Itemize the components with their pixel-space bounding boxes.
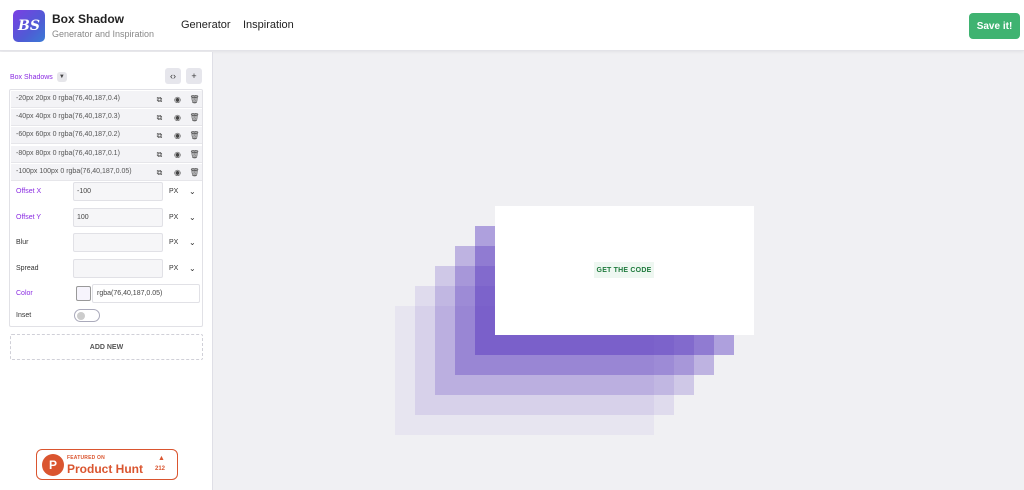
section-title: Box Shadows	[10, 73, 53, 81]
product-hunt-badge[interactable]: P FEATURED ON Product Hunt ▲ 212	[36, 449, 178, 480]
shadow-row[interactable]: -40px 40px 0 rgba(76,40,187,0.3) ⧉ ◉ 🗑	[11, 109, 202, 126]
offset-x-label: Offset X	[16, 188, 42, 195]
inset-label: Inset	[16, 312, 32, 319]
offset-x-unit[interactable]: PX	[169, 188, 178, 195]
product-hunt-logo-icon: P	[42, 454, 64, 476]
copy-icon[interactable]: ⧉	[154, 94, 165, 105]
chevron-down-icon[interactable]: ▼	[56, 72, 67, 82]
copy-icon[interactable]: ⧉	[154, 149, 165, 160]
code-view-button[interactable]: ‹›	[165, 68, 181, 84]
add-shadow-button[interactable]: +	[186, 68, 202, 84]
blur-label: Blur	[16, 239, 29, 246]
chevron-down-icon[interactable]: ⌄	[189, 238, 196, 247]
color-swatch[interactable]	[76, 286, 91, 301]
shadow-row[interactable]: -80px 80px 0 rgba(76,40,187,0.1) ⧉ ◉ 🗑	[11, 146, 202, 163]
copy-icon[interactable]: ⧉	[154, 167, 165, 178]
add-new-button[interactable]: ADD NEW	[10, 334, 203, 360]
shadow-value: -80px 80px 0 rgba(76,40,187,0.1)	[16, 150, 120, 157]
blur-unit[interactable]: PX	[169, 239, 178, 246]
brand-subtitle: Generator and Inspiration	[52, 29, 155, 39]
eye-icon[interactable]: ◉	[172, 112, 183, 123]
offset-y-input[interactable]: 100	[73, 208, 163, 227]
offset-y-unit[interactable]: PX	[169, 214, 178, 221]
spread-label: Spread	[16, 265, 39, 272]
get-code-button[interactable]: GET THE CODE	[594, 262, 654, 278]
eye-icon[interactable]: ◉	[172, 94, 183, 105]
offset-x-input[interactable]: -100	[73, 182, 163, 201]
upvote-arrow-icon: ▲	[158, 455, 165, 462]
trash-icon[interactable]: 🗑	[189, 130, 200, 141]
ph-name: Product Hunt	[67, 462, 143, 476]
shadow-panel: -20px 20px 0 rgba(76,40,187,0.4) ⧉ ◉ 🗑 -…	[9, 89, 203, 327]
nav-generator[interactable]: Generator	[181, 19, 231, 31]
offset-y-label: Offset Y	[16, 214, 42, 221]
preview-box: GET THE CODE	[495, 206, 754, 335]
top-bar: BS Box Shadow Generator and Inspiration …	[0, 0, 1024, 51]
save-button[interactable]: Save it!	[969, 13, 1020, 39]
shadow-row[interactable]: -20px 20px 0 rgba(76,40,187,0.4) ⧉ ◉ 🗑	[11, 91, 202, 108]
ph-upvote-count: 212	[155, 466, 166, 472]
copy-icon[interactable]: ⧉	[154, 130, 165, 141]
eye-icon[interactable]: ◉	[172, 167, 183, 178]
brand-title: Box Shadow	[52, 12, 125, 26]
logo[interactable]: BS	[13, 10, 45, 42]
chevron-down-icon[interactable]: ⌄	[189, 187, 196, 196]
trash-icon[interactable]: 🗑	[189, 112, 200, 123]
spread-input[interactable]	[73, 259, 163, 278]
shadow-value: -60px 60px 0 rgba(76,40,187,0.2)	[16, 131, 120, 138]
color-label: Color	[16, 290, 33, 297]
shadow-value: -100px 100px 0 rgba(76,40,187,0.05)	[16, 168, 132, 175]
trash-icon[interactable]: 🗑	[189, 94, 200, 105]
shadow-row[interactable]: -60px 60px 0 rgba(76,40,187,0.2) ⧉ ◉ 🗑	[11, 127, 202, 144]
nav-inspiration[interactable]: Inspiration	[243, 19, 294, 31]
shadow-row[interactable]: -100px 100px 0 rgba(76,40,187,0.05) ⧉ ◉ …	[11, 164, 202, 181]
copy-icon[interactable]: ⧉	[154, 112, 165, 123]
trash-icon[interactable]: 🗑	[189, 167, 200, 178]
sidebar: Box Shadows ▼ ‹› + -20px 20px 0 rgba(76,…	[0, 52, 213, 490]
eye-icon[interactable]: ◉	[172, 149, 183, 160]
eye-icon[interactable]: ◉	[172, 130, 183, 141]
ph-featured: FEATURED ON	[67, 455, 105, 461]
color-input[interactable]: rgba(76,40,187,0.05)	[92, 284, 200, 303]
spread-unit[interactable]: PX	[169, 265, 178, 272]
chevron-down-icon[interactable]: ⌄	[189, 264, 196, 273]
inset-toggle[interactable]	[74, 309, 100, 322]
trash-icon[interactable]: 🗑	[189, 149, 200, 160]
toggle-knob	[77, 312, 85, 320]
section-header[interactable]: Box Shadows ▼	[10, 72, 67, 82]
shadow-value: -20px 20px 0 rgba(76,40,187,0.4)	[16, 95, 120, 102]
blur-input[interactable]	[73, 233, 163, 252]
shadow-value: -40px 40px 0 rgba(76,40,187,0.3)	[16, 113, 120, 120]
code-icon: ‹›	[170, 71, 176, 81]
plus-icon: +	[191, 71, 197, 81]
chevron-down-icon[interactable]: ⌄	[189, 213, 196, 222]
